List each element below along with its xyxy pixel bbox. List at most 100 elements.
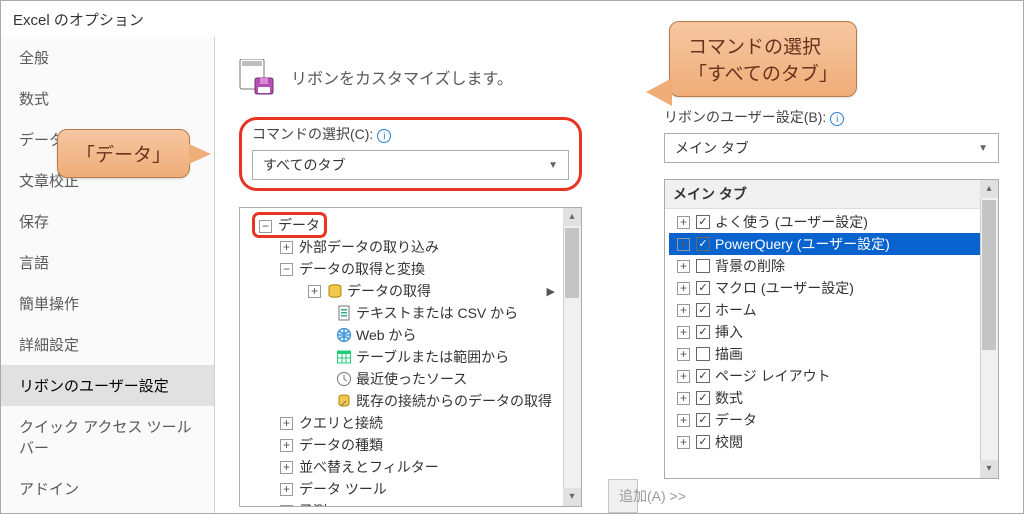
expand-icon[interactable]: +: [280, 483, 293, 496]
tree-node[interactable]: +描画: [669, 343, 994, 365]
tree-node[interactable]: +✓マクロ (ユーザー設定): [669, 277, 994, 299]
sidebar-item[interactable]: 詳細設定: [1, 324, 214, 365]
commands-tree[interactable]: −データ+外部データの取り込み−データの取得と変換 + データの取得 ▶ テキストまたは…: [239, 207, 582, 507]
add-button[interactable]: 追加(A) >>: [608, 479, 638, 513]
tree-node[interactable]: +✓よく使う (ユーザー設定): [669, 211, 994, 233]
checkbox[interactable]: ✓: [696, 413, 710, 427]
combo-value: すべてのタブ: [263, 155, 345, 175]
expand-icon[interactable]: +: [677, 326, 690, 339]
tree-node-label: ホーム: [715, 300, 757, 320]
tree-node[interactable]: +✓挿入: [669, 321, 994, 343]
tree-node[interactable]: +予測: [244, 500, 577, 507]
checkbox[interactable]: ✓: [696, 237, 710, 251]
sidebar-item[interactable]: 数式: [1, 78, 214, 119]
tree-node-label: 数式: [715, 388, 743, 408]
sidebar-item[interactable]: クイック アクセス ツール バー: [1, 406, 214, 468]
expand-icon[interactable]: +: [677, 370, 690, 383]
sidebar-item[interactable]: 言語: [1, 242, 214, 283]
tree-node-label: Web から: [356, 325, 416, 345]
scroll-up-icon[interactable]: ▴: [563, 208, 581, 226]
expand-icon[interactable]: +: [677, 392, 690, 405]
tree-node[interactable]: + クエリと接続: [244, 412, 577, 434]
tree-node[interactable]: +✓データ: [669, 409, 994, 431]
submenu-arrow-icon: ▶: [547, 285, 555, 298]
tree-node[interactable]: +外部データの取り込み: [244, 236, 577, 258]
scroll-down-icon[interactable]: ▾: [980, 460, 998, 478]
expand-icon[interactable]: +: [677, 304, 690, 317]
tree-node[interactable]: −データ: [244, 214, 577, 236]
sidebar-item[interactable]: リボンのユーザー設定: [1, 365, 214, 406]
globe-icon: [336, 327, 352, 343]
tree-node[interactable]: + ✓ PowerQuery (ユーザー設定): [669, 233, 994, 255]
checkbox[interactable]: [696, 259, 710, 273]
db-icon: [327, 283, 343, 299]
heading-text: リボンをカスタマイズします。: [291, 65, 513, 89]
tree-node[interactable]: +背景の削除: [669, 255, 994, 277]
checkbox[interactable]: ✓: [696, 215, 710, 229]
scroll-up-icon[interactable]: ▴: [980, 180, 998, 198]
scroll-thumb[interactable]: [982, 200, 996, 350]
tree-node[interactable]: テーブルまたは範囲から: [244, 346, 577, 368]
sidebar-item[interactable]: 全般: [1, 37, 214, 78]
expand-icon[interactable]: +: [677, 436, 690, 449]
options-window: Excel のオプション 全般数式データ文章校正保存言語簡単操作詳細設定リボンの…: [0, 0, 1024, 514]
customize-ribbon-label: リボンのユーザー設定(B):i: [664, 107, 999, 127]
tree-node-label: テキストまたは CSV から: [356, 303, 518, 323]
expand-icon[interactable]: +: [308, 285, 321, 298]
sidebar-item[interactable]: 保存: [1, 201, 214, 242]
scrollbar[interactable]: ▴ ▾: [563, 208, 581, 506]
expand-icon[interactable]: +: [677, 414, 690, 427]
expand-icon[interactable]: +: [677, 348, 690, 361]
choose-commands-combo[interactable]: すべてのタブ ▼: [252, 150, 569, 180]
tree-node[interactable]: + ✓ 数式: [669, 387, 994, 409]
expand-icon[interactable]: +: [677, 260, 690, 273]
sidebar-item[interactable]: トラスト センター: [1, 509, 214, 514]
tree-node-label: クエリと接続: [299, 413, 383, 433]
expand-icon[interactable]: +: [677, 238, 690, 251]
main-panel: リボンをカスタマイズします。 コマンドの選択(C):i すべてのタブ ▼ −デー…: [215, 37, 1023, 513]
tree-node-label: PowerQuery (ユーザー設定): [715, 234, 890, 254]
tree-header: メイン タブ: [665, 180, 998, 209]
tree-node[interactable]: +データの種類: [244, 434, 577, 456]
expand-icon[interactable]: +: [677, 216, 690, 229]
checkbox[interactable]: ✓: [696, 303, 710, 317]
expand-icon[interactable]: +: [280, 417, 293, 430]
ribbon-tabs-tree[interactable]: メイン タブ +✓よく使う (ユーザー設定)+✓PowerQuery (ユーザー…: [664, 179, 999, 479]
tree-node[interactable]: −データの取得と変換: [244, 258, 577, 280]
scroll-thumb[interactable]: [565, 228, 579, 298]
sidebar-item[interactable]: 簡単操作: [1, 283, 214, 324]
tree-node[interactable]: +並べ替えとフィルター: [244, 456, 577, 478]
info-icon[interactable]: i: [377, 129, 391, 143]
tree-node[interactable]: +データ ツール: [244, 478, 577, 500]
expand-icon[interactable]: +: [280, 439, 293, 452]
tree-node[interactable]: 既存の接続からのデータの取得: [244, 390, 577, 412]
tree-node-label: データの取得: [347, 281, 431, 301]
customize-ribbon-combo[interactable]: メイン タブ ▼: [664, 133, 999, 163]
info-icon[interactable]: i: [830, 112, 844, 126]
expand-icon[interactable]: −: [280, 263, 293, 276]
expand-icon[interactable]: +: [280, 505, 293, 508]
sidebar-item[interactable]: アドイン: [1, 468, 214, 509]
clock-icon: [336, 371, 352, 387]
tree-node[interactable]: +✓ページ レイアウト: [669, 365, 994, 387]
expand-icon[interactable]: +: [280, 241, 293, 254]
tree-node[interactable]: + ✓ ホーム: [669, 299, 994, 321]
tree-node[interactable]: 最近使ったソース: [244, 368, 577, 390]
checkbox[interactable]: ✓: [696, 391, 710, 405]
command-source-group: コマンドの選択(C):i すべてのタブ ▼: [239, 117, 582, 191]
heading-row: リボンをカスタマイズします。: [239, 59, 582, 95]
expand-icon[interactable]: −: [259, 220, 272, 233]
scrollbar[interactable]: ▴ ▾: [980, 180, 998, 478]
tree-node[interactable]: + データの取得 ▶: [244, 280, 577, 302]
tree-node[interactable]: Web から: [244, 324, 577, 346]
checkbox[interactable]: ✓: [696, 435, 710, 449]
checkbox[interactable]: ✓: [696, 325, 710, 339]
checkbox[interactable]: [696, 347, 710, 361]
checkbox[interactable]: ✓: [696, 369, 710, 383]
scroll-down-icon[interactable]: ▾: [563, 488, 581, 506]
tree-node[interactable]: +✓校閲: [669, 431, 994, 453]
expand-icon[interactable]: +: [677, 282, 690, 295]
checkbox[interactable]: ✓: [696, 281, 710, 295]
tree-node[interactable]: テキストまたは CSV から: [244, 302, 577, 324]
expand-icon[interactable]: +: [280, 461, 293, 474]
